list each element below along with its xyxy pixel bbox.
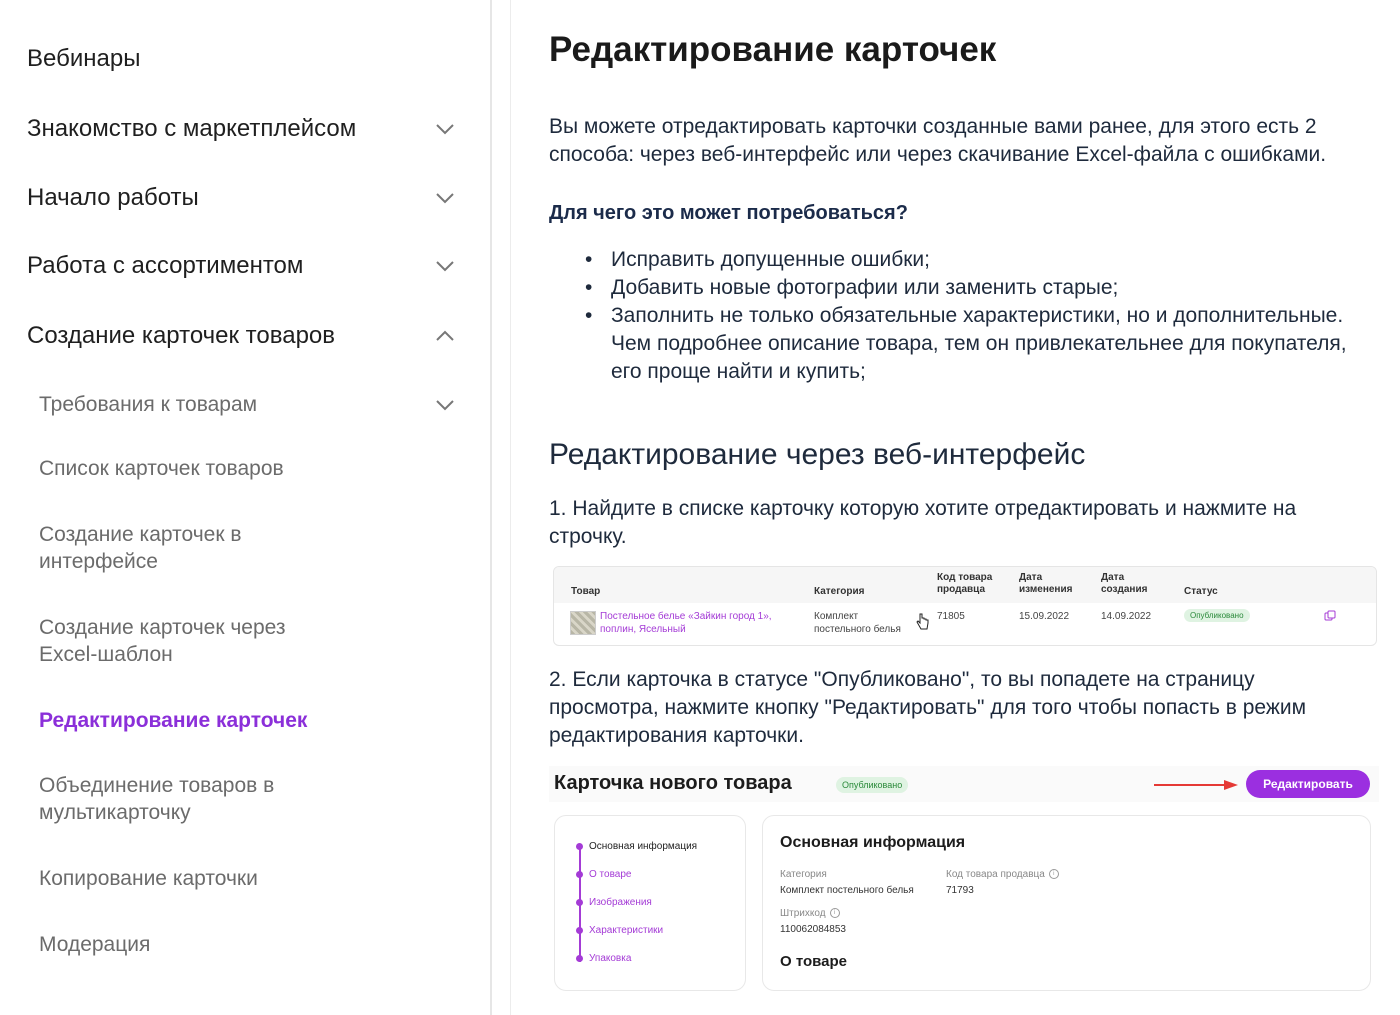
sidebar-subitem-label: Создание карточек в интерфейсе [39,523,242,573]
column-header-status: Статус [1184,586,1218,597]
sidebar-subitem-create-excel[interactable]: Создание карточек через Excel-шаблон [39,614,329,668]
sidebar-item-create-cards[interactable]: Создание карточек товаров [27,322,456,350]
barcode-value: 110062084853 [780,924,846,935]
list-item: Добавить новые фотографии или заменить с… [585,274,1381,302]
sidebar-item-label: Знакомство с маркетплейсом [27,115,357,142]
sidebar-subitem-requirements[interactable]: Требования к товарам [39,391,456,418]
sidebar-subitem-label: Редактирование карточек [39,709,308,732]
sidebar: Вебинары Знакомство с маркетплейсом Нача… [0,0,492,1015]
sidebar-item-assortment[interactable]: Работа с ассортиментом [27,252,456,280]
card-screenshot: Карточка нового товара Опубликовано Реда… [549,766,1379,996]
section-nav-characteristics[interactable]: Характеристики [589,925,663,936]
section-nav-images[interactable]: Изображения [589,897,652,908]
status-badge: Опубликовано [1184,609,1250,622]
edit-button[interactable]: Редактировать [1246,770,1370,798]
section-nav-packaging[interactable]: Упаковка [589,953,631,964]
sidebar-subitem-label: Список карточек товаров [39,457,284,480]
sidebar-item-label: Начало работы [27,184,199,211]
list-item: Заполнить не только обязательные характе… [585,302,1381,386]
category-value: Комплект постельного белья [780,885,914,896]
sidebar-subitem-create-interface[interactable]: Создание карточек в интерфейсе [39,521,299,575]
modified-date-cell: 15.09.2022 [1019,611,1070,622]
column-header-product: Товар [571,586,601,597]
sidebar-subitem-label: Создание карточек через Excel-шаблон [39,616,286,666]
intro-paragraph: Вы можете отредактировать карточки созда… [549,115,1327,166]
divider [510,0,511,1015]
section-heading: Редактирование через веб-интерфейс [549,438,1086,471]
sidebar-subitem-copy-card[interactable]: Копирование карточки [39,865,456,892]
card-title: Карточка нового товара [554,772,792,794]
why-heading: Для чего это может потребоваться? [549,202,908,224]
seller-code-label: Код товара продавца i [946,869,1059,880]
chevron-down-icon[interactable] [434,255,456,277]
panel-title: Основная информация [780,834,966,851]
step-2-text: 2. Если карточка в статусе "Опубликовано… [549,668,1307,747]
arrow-right-icon [1154,780,1238,790]
page-title: Редактирование карточек [549,30,997,69]
section-nav-about[interactable]: О товаре [589,869,631,880]
table-header: Товар Категория Код товара продавца Дата и… [554,567,1376,603]
chevron-down-icon[interactable] [434,394,456,416]
table-screenshot: Товар Категория Код товара продавца Дата и… [553,566,1377,646]
product-thumbnail [570,611,596,635]
category-label: Категория [780,869,827,880]
sidebar-item-label: Вебинары [27,45,141,72]
timeline-dot [576,871,583,878]
sidebar-item-label: Работа с ассортиментом [27,252,304,279]
timeline-dot [576,843,583,850]
seller-code-value: 71793 [946,885,974,896]
info-icon: i [829,908,840,919]
copy-icon[interactable] [1324,610,1336,622]
chevron-up-icon[interactable] [434,325,456,347]
timeline-dot [576,955,583,962]
section-nav-panel: Основная информация О товаре Изображения… [554,815,746,991]
status-badge: Опубликовано [836,777,909,793]
timeline-dot [576,927,583,934]
chevron-down-icon[interactable] [434,118,456,140]
reasons-list: Исправить допущенные ошибки; Добавить но… [585,246,1381,386]
step-1-text: 1. Найдите в списке карточку которую хот… [549,497,1297,548]
column-header-created: Дата создания [1101,572,1148,595]
sidebar-subitem-label: Требования к товарам [39,393,258,416]
sidebar-subitem-card-list[interactable]: Список карточек товаров [39,455,456,482]
sidebar-item-webinars[interactable]: Вебинары [27,45,456,73]
seller-code-cell: 71805 [937,611,965,622]
column-header-modified: Дата изменения [1019,572,1073,595]
chevron-down-icon[interactable] [434,187,456,209]
barcode-label: Штрихкод i [780,908,840,919]
timeline-dot [576,899,583,906]
category-cell: Комплект постельного белья [814,611,901,635]
sidebar-item-label: Создание карточек товаров [27,322,336,349]
about-title: О товаре [780,953,848,970]
product-link[interactable]: Постельное белье «Зайкин город 1», поплин… [600,610,772,636]
sidebar-item-marketplace-intro[interactable]: Знакомство с маркетплейсом [27,115,456,143]
column-header-seller-code: Код товара продавца [937,572,993,595]
list-item: Исправить допущенные ошибки; [585,246,1381,274]
main-info-panel: Основная информация Категория Комплект п… [762,815,1371,991]
sidebar-subitem-label: Объединение товаров в мультикарточку [39,774,275,824]
created-date-cell: 14.09.2022 [1101,611,1152,622]
sidebar-subitem-label: Копирование карточки [39,867,258,890]
sidebar-subitem-moderation[interactable]: Модерация [39,931,456,958]
sidebar-subitem-edit-cards[interactable]: Редактирование карточек [39,707,456,734]
sidebar-item-getting-started[interactable]: Начало работы [27,184,456,212]
hand-cursor-icon [916,613,929,630]
column-header-category: Категория [814,586,865,597]
section-nav-main-info[interactable]: Основная информация [589,841,697,852]
info-icon: i [1048,869,1059,880]
sidebar-subitem-multicard[interactable]: Объединение товаров в мультикарточку [39,772,309,826]
sidebar-subitem-label: Модерация [39,933,151,956]
